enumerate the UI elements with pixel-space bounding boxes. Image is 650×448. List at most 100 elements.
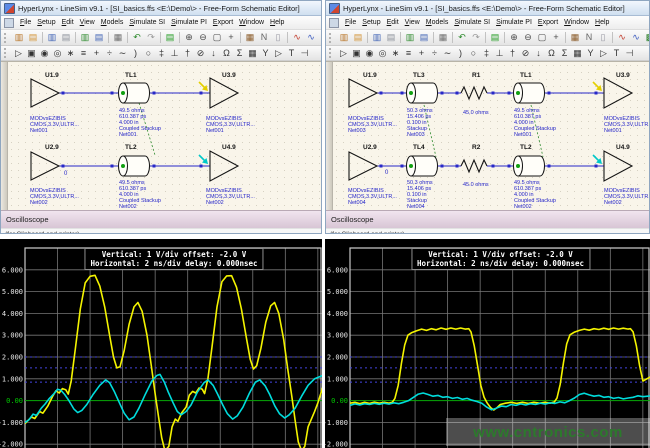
part-button-pulldown[interactable]: ↓ bbox=[207, 47, 220, 60]
toolbar-grip[interactable] bbox=[4, 33, 9, 43]
toolbar-button-undo[interactable]: ↶ bbox=[130, 31, 144, 44]
toolbar-button-close-design[interactable]: ▤ bbox=[384, 31, 398, 44]
part-button-inhibit[interactable]: ⊘ bbox=[194, 47, 207, 60]
part-button-ground[interactable]: ⊥ bbox=[493, 47, 506, 60]
part-button-text[interactable]: T bbox=[285, 47, 298, 60]
part-button-splitter[interactable]: ÷ bbox=[428, 47, 441, 60]
toolbar-button-stackup-editor[interactable]: ▤ bbox=[488, 31, 502, 44]
part-button-bracket[interactable]: ) bbox=[454, 47, 467, 60]
toolbar-grip[interactable] bbox=[4, 48, 9, 58]
pin-node[interactable] bbox=[441, 92, 444, 95]
component-r1[interactable]: R145.0 ohms bbox=[461, 72, 489, 116]
menu-item-file[interactable]: File bbox=[17, 18, 34, 27]
toolbar-button-import-design[interactable]: ▥ bbox=[370, 31, 384, 44]
schematic-canvas[interactable]: U1.9MODvsEZIBISCMOS,3.3V,ULTR...Net001 TL… bbox=[1, 61, 321, 210]
toolbar-button-open[interactable]: ▥ bbox=[12, 31, 26, 44]
toolbar-button-netlist[interactable]: N bbox=[257, 31, 271, 44]
pin-node[interactable] bbox=[153, 165, 156, 168]
pin-node[interactable] bbox=[492, 92, 495, 95]
pin-node[interactable] bbox=[200, 165, 203, 168]
part-button-terminator[interactable]: ⊣ bbox=[298, 47, 311, 60]
menu-item-simulate-si[interactable]: Simulate SI bbox=[126, 18, 168, 27]
pin-node[interactable] bbox=[548, 165, 551, 168]
part-button-small-buffer[interactable]: ▷ bbox=[272, 47, 285, 60]
probe-marker-cyan[interactable] bbox=[593, 155, 602, 164]
part-button-ellipse[interactable]: ○ bbox=[142, 47, 155, 60]
menu-item-models[interactable]: Models bbox=[98, 18, 127, 27]
part-button-wye[interactable]: Y bbox=[259, 47, 272, 60]
toolbar-button-zoom-in[interactable]: ⊕ bbox=[507, 31, 521, 44]
menu-item-setup[interactable]: Setup bbox=[359, 18, 383, 27]
oscilloscope-pane-header[interactable]: Oscilloscope bbox=[1, 210, 321, 228]
part-button-stub[interactable]: † bbox=[181, 47, 194, 60]
part-button-via[interactable]: ◎ bbox=[51, 47, 64, 60]
toolbar-button-redo[interactable]: ↷ bbox=[469, 31, 483, 44]
toolbar-button-spreadsheet[interactable]: ▩ bbox=[318, 31, 321, 44]
toolbar-button-run-oscilloscope[interactable]: ∿ bbox=[629, 31, 643, 44]
toolbar-button-edit-models[interactable]: ▤ bbox=[417, 31, 431, 44]
part-button-bracket[interactable]: ) bbox=[129, 47, 142, 60]
probe-marker-cyan[interactable] bbox=[199, 155, 208, 164]
toolbar-button-zoom-out[interactable]: ⊖ bbox=[521, 31, 535, 44]
component-tl1[interactable]: TL149.5 ohms610.387 ps4.000 inCoupled St… bbox=[119, 72, 161, 138]
toolbar-grip[interactable] bbox=[329, 33, 334, 43]
part-button-arc[interactable]: ∼ bbox=[116, 47, 129, 60]
component-u1-9[interactable]: U1.9MODvsEZIBISCMOS,3.3V,ULTR...Net001 bbox=[30, 72, 79, 134]
title-bar[interactable]: HyperLynx - LineSim v9.1 - [SI_basics.ff… bbox=[326, 1, 649, 16]
component-tl2[interactable]: TL249.5 ohms610.387 ps4.000 inCoupled St… bbox=[514, 144, 556, 210]
menu-item-edit[interactable]: Edit bbox=[59, 18, 77, 27]
child-window-icon[interactable] bbox=[329, 18, 339, 28]
part-button-net[interactable]: ≡ bbox=[402, 47, 415, 60]
menu-item-window[interactable]: Window bbox=[561, 18, 592, 27]
toolbar-button-netlist[interactable]: N bbox=[582, 31, 596, 44]
toolbar-button-import-design[interactable]: ▥ bbox=[45, 31, 59, 44]
component-u2-9[interactable]: U2.9MODvsEZIBISCMOS,3.3V,ULTR...Net004 bbox=[348, 144, 397, 206]
pin-node[interactable] bbox=[200, 92, 203, 95]
toolbar-button-new-sheet[interactable]: ▯ bbox=[596, 31, 610, 44]
toolbar-button-redo[interactable]: ↷ bbox=[144, 31, 158, 44]
part-button-small-buffer[interactable]: ▷ bbox=[597, 47, 610, 60]
pin-node[interactable] bbox=[492, 165, 495, 168]
oscilloscope-pane-header[interactable]: Oscilloscope bbox=[326, 210, 649, 228]
title-bar[interactable]: HyperLynx - LineSim v9.1 - [SI_basics.ff… bbox=[1, 1, 321, 16]
part-button-wye[interactable]: Y bbox=[584, 47, 597, 60]
component-tl1[interactable]: TL149.5 ohms610.387 ps4.000 inCoupled St… bbox=[514, 72, 556, 138]
part-button-stub[interactable]: † bbox=[506, 47, 519, 60]
part-button-splitter[interactable]: ÷ bbox=[103, 47, 116, 60]
menu-item-view[interactable]: View bbox=[402, 18, 423, 27]
pin-node[interactable] bbox=[595, 165, 598, 168]
menu-item-window[interactable]: Window bbox=[236, 18, 267, 27]
toolbar-button-attach-probe[interactable]: ∿ bbox=[290, 31, 304, 44]
pin-node[interactable] bbox=[62, 92, 65, 95]
part-button-resistor[interactable]: Ω bbox=[545, 47, 558, 60]
toolbar-button-edit-models[interactable]: ▤ bbox=[92, 31, 106, 44]
toolbar-button-assign-models[interactable]: ▥ bbox=[403, 31, 417, 44]
menu-item-simulate-si[interactable]: Simulate SI bbox=[451, 18, 493, 27]
part-button-select[interactable]: ▷ bbox=[12, 47, 25, 60]
part-button-decoupling-cap[interactable]: ▣ bbox=[350, 47, 363, 60]
part-button-net[interactable]: ≡ bbox=[77, 47, 90, 60]
toolbar-button-pan[interactable]: + bbox=[224, 31, 238, 44]
pin-node[interactable] bbox=[595, 92, 598, 95]
pin-node[interactable] bbox=[111, 92, 114, 95]
toolbar-button-save[interactable]: ▤ bbox=[26, 31, 40, 44]
menu-item-setup[interactable]: Setup bbox=[34, 18, 58, 27]
toolbar-button-board-view[interactable]: ▦ bbox=[568, 31, 582, 44]
toolbar-button-print[interactable]: ▦ bbox=[111, 31, 125, 44]
toolbar-button-zoom-out[interactable]: ⊖ bbox=[196, 31, 210, 44]
part-button-coupled-lines[interactable]: ▦ bbox=[571, 47, 584, 60]
pin-node[interactable] bbox=[380, 92, 383, 95]
toolbar-button-print[interactable]: ▦ bbox=[436, 31, 450, 44]
component-r2[interactable]: R245.0 ohms bbox=[461, 144, 489, 188]
menu-item-file[interactable]: File bbox=[342, 18, 359, 27]
toolbar-button-new-sheet[interactable]: ▯ bbox=[271, 31, 285, 44]
toolbar-button-pan[interactable]: + bbox=[549, 31, 563, 44]
pin-node[interactable] bbox=[548, 92, 551, 95]
pin-node[interactable] bbox=[111, 165, 114, 168]
part-button-resistor[interactable]: Ω bbox=[220, 47, 233, 60]
menu-item-export[interactable]: Export bbox=[210, 18, 236, 27]
toolbar-button-spreadsheet[interactable]: ▩ bbox=[643, 31, 649, 44]
toolbar-button-open[interactable]: ▥ bbox=[337, 31, 351, 44]
part-button-series-element[interactable]: Σ bbox=[233, 47, 246, 60]
toolbar-button-close-design[interactable]: ▤ bbox=[59, 31, 73, 44]
